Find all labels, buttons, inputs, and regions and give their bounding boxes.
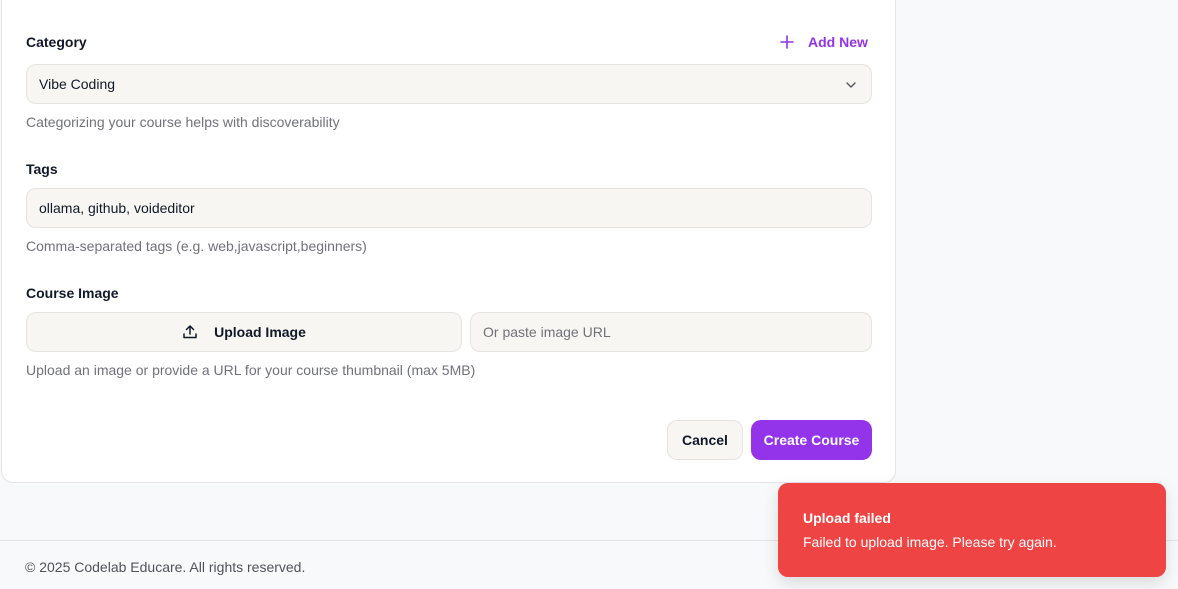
plus-icon (780, 35, 794, 49)
course-image-helper: Upload an image or provide a URL for you… (26, 362, 476, 378)
tags-label: Tags (26, 161, 58, 177)
category-label: Category (26, 34, 87, 50)
create-course-button[interactable]: Create Course (751, 420, 872, 460)
footer-copyright: © 2025 Codelab Educare. All rights reser… (25, 559, 306, 575)
upload-icon (183, 325, 197, 339)
chevron-down-icon (846, 82, 856, 88)
category-helper: Categorizing your course helps with disc… (26, 114, 340, 130)
upload-image-button[interactable]: Upload Image (26, 312, 462, 352)
tags-input-value: ollama, github, voideditor (39, 200, 195, 216)
course-form-card: Category Add New Vibe Coding Categorizin… (1, 0, 896, 483)
cancel-button[interactable]: Cancel (667, 420, 743, 460)
toast-message: Failed to upload image. Please try again… (803, 534, 1057, 550)
category-select[interactable]: Vibe Coding (26, 64, 872, 104)
course-image-label: Course Image (26, 285, 119, 301)
tags-helper: Comma-separated tags (e.g. web,javascrip… (26, 238, 367, 254)
category-selected-value: Vibe Coding (39, 76, 116, 92)
image-url-placeholder: Or paste image URL (483, 324, 611, 340)
upload-image-label: Upload Image (214, 324, 306, 340)
toast-title: Upload failed (803, 510, 891, 526)
image-url-input[interactable]: Or paste image URL (470, 312, 872, 352)
error-toast[interactable]: Upload failed Failed to upload image. Pl… (778, 483, 1166, 577)
tags-input[interactable]: ollama, github, voideditor (26, 188, 872, 228)
page: Category Add New Vibe Coding Categorizin… (0, 0, 1178, 589)
add-new-label: Add New (808, 34, 868, 50)
add-new-category-button[interactable]: Add New (780, 32, 868, 52)
